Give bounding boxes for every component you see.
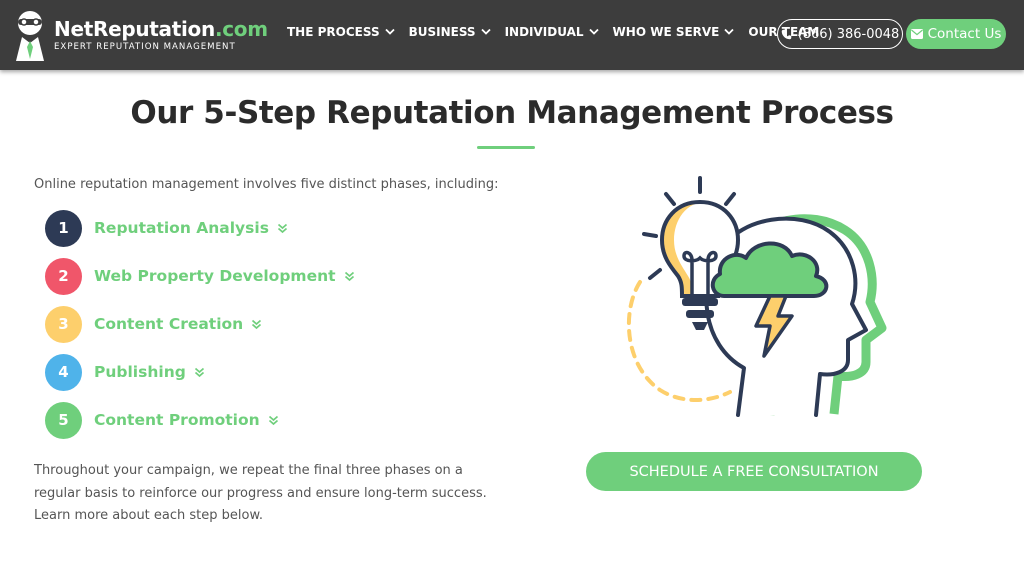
brand-name: NetReputation.com	[54, 17, 268, 41]
contact-us-button[interactable]: Contact Us	[906, 19, 1006, 49]
step-label: Content Creation	[94, 315, 244, 333]
outro-text: Throughout your campaign, we repeat the …	[34, 463, 487, 523]
nav-label: THE PROCESS	[287, 25, 380, 39]
step-label: Web Property Development	[94, 267, 336, 285]
step-number-badge: 1	[45, 209, 82, 247]
phone-number: (866) 386-0048	[797, 26, 900, 42]
chevron-down-icon	[588, 28, 599, 35]
nav-business[interactable]: BUSINESS	[409, 25, 491, 39]
double-chevron-down-icon	[268, 415, 278, 425]
step-publishing[interactable]: 4 Publishing	[45, 353, 355, 391]
step-label: Reputation Analysis	[94, 219, 269, 237]
phone-icon	[781, 29, 791, 39]
step-number-badge: 2	[45, 257, 82, 295]
contact-us-label: Contact Us	[927, 26, 1002, 42]
step-label: Publishing	[94, 363, 186, 381]
lightbulb-cloud-head-illustration	[626, 176, 887, 417]
title-underline	[477, 146, 535, 149]
process-steps-list: 1 Reputation Analysis 2 Web Property Dev…	[45, 209, 355, 449]
step-content-promotion[interactable]: 5 Content Promotion	[45, 401, 355, 439]
double-chevron-down-icon	[277, 223, 287, 233]
top-navigation-bar: NetReputation.com EXPERT REPUTATION MANA…	[0, 0, 1024, 70]
nav-the-process[interactable]: THE PROCESS	[287, 25, 395, 39]
brand-tagline: EXPERT REPUTATION MANAGEMENT	[54, 42, 236, 52]
double-chevron-down-icon	[252, 319, 262, 329]
nav-label: BUSINESS	[408, 25, 476, 39]
nav-who-we-serve[interactable]: WHO WE SERVE	[613, 25, 735, 39]
intro-text: Online reputation management involves fi…	[34, 177, 499, 192]
main-nav: THE PROCESS BUSINESS INDIVIDUAL WHO WE S…	[287, 25, 833, 39]
step-number-badge: 3	[45, 305, 82, 343]
logo-mascot-icon	[16, 11, 44, 61]
schedule-consultation-button[interactable]: SCHEDULE A FREE CONSULTATION	[586, 452, 922, 491]
envelope-icon	[910, 29, 923, 39]
page-title: Our 5-Step Reputation Management Process	[130, 95, 894, 131]
chevron-down-icon	[724, 28, 735, 35]
step-label: Content Promotion	[94, 411, 260, 429]
phone-button[interactable]: (866) 386-0048	[777, 19, 903, 49]
chevron-down-icon	[384, 28, 395, 35]
step-number-badge: 4	[45, 353, 82, 391]
double-chevron-down-icon	[194, 367, 204, 377]
nav-label: INDIVIDUAL	[504, 25, 584, 39]
step-content-creation[interactable]: 3 Content Creation	[45, 305, 355, 343]
step-reputation-analysis[interactable]: 1 Reputation Analysis	[45, 209, 355, 247]
step-number-badge: 5	[45, 401, 82, 439]
step-web-property-development[interactable]: 2 Web Property Development	[45, 257, 355, 295]
nav-individual[interactable]: INDIVIDUAL	[505, 25, 599, 39]
brand-logo[interactable]: NetReputation.com EXPERT REPUTATION MANA…	[12, 6, 268, 64]
brand-tld: .com	[214, 17, 268, 41]
nav-label: WHO WE SERVE	[612, 25, 720, 39]
double-chevron-down-icon	[344, 271, 354, 281]
chevron-down-icon	[480, 28, 491, 35]
